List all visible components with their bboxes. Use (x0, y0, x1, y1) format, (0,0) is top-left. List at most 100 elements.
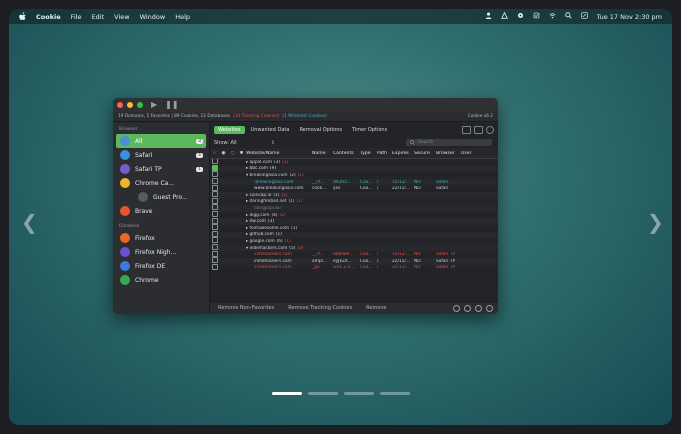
cookie-status-icon[interactable] (500, 12, 508, 21)
favorite-checkbox-box[interactable] (211, 250, 218, 257)
favorite-checkbox-box[interactable] (211, 237, 218, 244)
remove-button[interactable]: Remove (366, 305, 386, 311)
user-icon[interactable] (485, 12, 492, 21)
minimize-window-button[interactable] (127, 102, 133, 108)
show-filter-select[interactable]: Show: All (214, 140, 237, 146)
remove-non-favorites-button[interactable]: Remove Non-Favorites (218, 305, 274, 311)
table-row[interactable]: ▸ github.com (1) (210, 230, 498, 239)
table-row[interactable]: .breakingasia.com __cf... d42fcc... Coo... /… (210, 178, 498, 186)
close-window-button[interactable] (117, 102, 123, 108)
settings-icon[interactable] (486, 126, 494, 134)
remove-tracking-cookies-button[interactable]: Remove Tracking Cookies (288, 305, 352, 311)
search-input[interactable]: Search (406, 139, 492, 146)
menu-help[interactable]: Help (175, 13, 190, 21)
favorite-checkbox-box[interactable] (211, 171, 218, 178)
table-row[interactable]: ▸ daringfireball.net (1) (1) (210, 197, 498, 206)
favorite-heart-icon[interactable]: ♡ (210, 151, 219, 156)
sidebar-browser-item-2[interactable]: Safari TP 1 (116, 162, 206, 176)
col-website[interactable]: Website/Name (246, 151, 312, 156)
refresh-icon[interactable] (464, 304, 471, 312)
table-row[interactable]: ▸ digg.com (4) (2) (210, 211, 498, 219)
favorite-checkbox-box[interactable] (211, 257, 218, 264)
table-row[interactable]: www.breakingasia.com cook... yes Coo... / 22/… (210, 184, 498, 192)
gear-status-icon[interactable] (517, 12, 524, 21)
list-icon[interactable] (474, 126, 483, 134)
lock-column-icon[interactable]: ◉ (219, 151, 228, 156)
page-dot-1[interactable] (271, 392, 302, 395)
play-icon[interactable]: ▶ (151, 101, 157, 109)
menu-app-name[interactable]: Cookie (36, 13, 61, 21)
menu-file[interactable]: File (71, 13, 82, 21)
col-secure[interactable]: Secure (414, 151, 436, 156)
sidebar-browser-item-1[interactable]: Safari 4 (116, 148, 206, 162)
favorite-checkbox-box[interactable] (211, 230, 218, 237)
favorite-checkbox-box[interactable] (211, 164, 218, 171)
next-arrow-icon[interactable]: ❯ (647, 212, 664, 232)
favorite-checkbox-box[interactable] (211, 184, 218, 191)
menu-datetime[interactable]: Tue 17 Nov 2:30 pm (597, 13, 662, 21)
menu-edit[interactable]: Edit (92, 13, 105, 21)
favorite-checkbox-box[interactable] (211, 191, 218, 198)
sidebar-disabled-item-0[interactable]: Firefox (116, 231, 206, 245)
tab-removal-options[interactable]: Removal Options (295, 126, 346, 134)
apple-icon[interactable] (19, 11, 26, 22)
favorite-checkbox-box[interactable] (211, 211, 218, 218)
display-status-icon[interactable] (580, 12, 588, 21)
sidebar-disabled-item-2[interactable]: Firefox DE (116, 259, 206, 273)
favorite-checkbox-box[interactable] (211, 244, 218, 251)
favorite-checkbox-box[interactable] (211, 224, 218, 231)
favorite-checkbox-box[interactable] (211, 263, 218, 270)
col-expires[interactable]: Expires (392, 151, 414, 156)
favorite-toggle-icon[interactable] (453, 304, 460, 312)
favorite-checkbox-box[interactable] (211, 178, 218, 185)
sidebar-browser-item-0[interactable]: All 3 (116, 134, 206, 148)
shield-status-icon[interactable] (533, 12, 540, 21)
col-user[interactable]: User (461, 151, 475, 156)
page-dot-2[interactable] (307, 392, 338, 395)
table-row[interactable]: indiehackers.com _ga GA1.2.4... Coo... / 22/1… (210, 263, 498, 272)
page-dot-4[interactable] (379, 392, 410, 395)
select-arrow-icon[interactable]: ⇕ (271, 140, 275, 146)
sidebar-browser-item-5[interactable]: Brave (116, 204, 206, 218)
sidebar-browser-item-3[interactable]: Chrome Ca... (116, 176, 206, 190)
table-row[interactable]: ▾ breakingasia.com (2) (1) (210, 171, 498, 179)
col-type[interactable]: Type (360, 151, 377, 156)
table-row[interactable]: dangpopular (210, 204, 498, 212)
col-name[interactable]: Name (312, 151, 333, 156)
table-row[interactable]: indiehackers.com ampl... eyJkZX... Coo... / 2… (210, 257, 498, 265)
prev-arrow-icon[interactable]: ❮ (21, 212, 38, 232)
favorite-checkbox-box[interactable] (211, 197, 218, 204)
table-row[interactable]: indiehackers.com __cf... d6b089... Coo... / 1… (210, 250, 498, 258)
search-status-icon[interactable] (564, 12, 572, 21)
table-row[interactable]: ▸ coincap.io (1) (1) (210, 191, 498, 199)
col-path[interactable]: Path (377, 151, 392, 156)
table-row[interactable]: ▾ indiehackers.com (5) (3) (210, 244, 498, 252)
info-icon[interactable] (475, 304, 482, 312)
comment-column-icon[interactable]: ◌ (228, 151, 237, 156)
sidebar-disabled-item-3[interactable]: Chrome (116, 273, 206, 287)
table-row[interactable]: ▸ fontawesome.com (1) (210, 224, 498, 232)
col-contents[interactable]: Contents (333, 151, 360, 156)
col-browser[interactable]: Browser (436, 151, 461, 156)
pause-icon[interactable]: ❚❚ (165, 101, 178, 109)
table-row[interactable]: ▸ bbc.com (9) (210, 164, 498, 173)
heart-icon[interactable] (486, 304, 493, 312)
table-row[interactable]: ▸ dw.com (3) (210, 217, 498, 225)
tab-timer-options[interactable]: Timer Options (348, 126, 391, 134)
table-row[interactable]: ▸ google.com (6) (1) (210, 237, 498, 245)
gear-column-icon[interactable]: ✱ (237, 151, 246, 156)
wifi-icon[interactable] (549, 12, 556, 21)
menu-window[interactable]: Window (140, 13, 166, 21)
comment-icon[interactable] (462, 126, 471, 134)
menu-view[interactable]: View (114, 13, 129, 21)
sidebar-browser-item-4[interactable]: Guest Pro... (116, 190, 206, 204)
table-row[interactable]: ▸ apple.com (3) (3) (210, 159, 498, 166)
favorite-checkbox-box[interactable] (211, 159, 218, 165)
favorite-checkbox-box[interactable] (211, 217, 218, 224)
tab-unwanted-data[interactable]: Unwanted Data (247, 126, 294, 134)
zoom-window-button[interactable] (137, 102, 143, 108)
page-dot-3[interactable] (343, 392, 374, 395)
sidebar-disabled-item-1[interactable]: Firefox Nigh... (116, 245, 206, 259)
favorite-checkbox-box[interactable] (211, 204, 218, 211)
tab-websites[interactable]: Websites (214, 126, 245, 134)
